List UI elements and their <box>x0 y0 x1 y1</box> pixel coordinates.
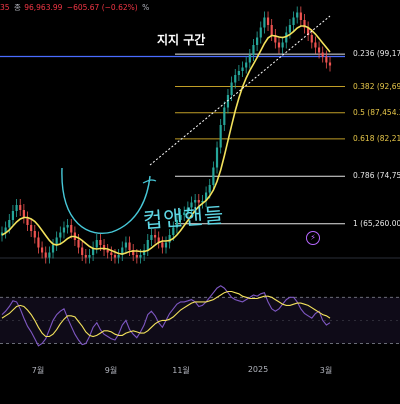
candle-body <box>81 247 84 255</box>
candle-body <box>208 185 211 193</box>
candle-body <box>70 225 73 233</box>
candle-body <box>37 237 40 248</box>
candle-body <box>95 240 98 248</box>
x-tick-label: 7월 <box>31 366 45 375</box>
candle-body <box>66 225 69 228</box>
candle-body <box>84 255 87 258</box>
candle-body <box>230 82 233 95</box>
candle-body <box>117 255 120 258</box>
candle-body <box>110 252 113 255</box>
fibonacci-levels <box>0 53 345 225</box>
candle-body <box>245 62 248 68</box>
fib-label-0.382: 0.382 (92,692 <box>353 81 400 91</box>
candle-body <box>30 225 33 231</box>
x-tick-label: 2025 <box>247 365 269 374</box>
candle-body <box>124 242 128 248</box>
candle-body <box>237 71 240 75</box>
candle-body <box>317 47 321 53</box>
last-price-label: 종 <box>13 3 21 12</box>
cup-sketch <box>61 167 151 234</box>
candle-body <box>19 205 22 210</box>
candle-body <box>48 252 51 258</box>
candle-body <box>266 17 270 25</box>
candle-body <box>77 240 80 248</box>
fib-label-0.5: 0.5 (87,454.39 <box>353 107 400 117</box>
candle-body <box>234 75 237 83</box>
candle-body <box>33 231 36 238</box>
candle-body <box>314 42 317 48</box>
candle-body <box>223 107 226 125</box>
last-price-value: 96,963.99 <box>24 3 63 12</box>
candle-body <box>281 42 284 48</box>
ohlc-header: 35 종 96,963.99 −605.67 (−0.62%) % <box>0 2 150 13</box>
header-prefix: 35 <box>0 3 10 12</box>
candle-body <box>150 235 153 240</box>
rsi-pane <box>0 285 400 347</box>
candle-body <box>106 250 109 253</box>
candle-body <box>146 240 149 250</box>
candle-body <box>321 52 324 57</box>
candle-body <box>135 255 138 258</box>
candle-body <box>59 232 62 238</box>
x-tick-label: 11월 <box>172 366 190 375</box>
candle-body <box>139 255 142 258</box>
candle-body <box>241 67 244 71</box>
candle-body <box>153 235 157 238</box>
cup-and-handle-handwriting: 컵앤핸들 <box>142 203 226 233</box>
candle-body <box>161 242 164 248</box>
candle-body <box>219 125 222 148</box>
candle-body <box>51 245 55 253</box>
price-change: −605.67 (−0.62%) <box>66 3 138 12</box>
x-tick-label: 3월 <box>319 366 333 375</box>
candle-body <box>113 255 117 258</box>
candle-body <box>325 56 328 63</box>
candle-body <box>15 205 18 211</box>
candle-body <box>328 62 332 66</box>
candle-body <box>252 45 255 55</box>
fib-label-0.618: 0.618 (82,216 <box>353 133 400 143</box>
candle-body <box>256 37 259 45</box>
candle-body <box>40 247 44 253</box>
fib-label-1: 1 (65,260.00) <box>353 218 400 228</box>
candle-body <box>270 25 273 35</box>
candle-body <box>299 12 302 20</box>
header-tail: % <box>142 3 150 12</box>
candle-body <box>263 17 266 28</box>
candle-body <box>99 240 102 245</box>
candle-body <box>277 42 281 48</box>
candle-body <box>292 17 295 25</box>
candle-body <box>215 147 219 168</box>
candle-body <box>248 55 251 63</box>
candle-body <box>212 167 215 185</box>
candle-body <box>44 252 47 258</box>
candle-body <box>164 242 168 248</box>
candle-body <box>310 35 313 43</box>
lightning-bolt-icon[interactable]: ⚡ <box>306 231 320 245</box>
candle-body <box>8 220 11 228</box>
candle-body <box>55 237 58 245</box>
candle-body <box>88 255 91 258</box>
fib-label-0.786: 0.786 (74,759 <box>353 171 400 181</box>
candle-body <box>62 227 66 233</box>
candle-body <box>296 12 299 18</box>
x-tick-label: 9월 <box>104 366 118 375</box>
candle-body <box>259 27 262 38</box>
candle-body <box>288 25 292 33</box>
candle-body <box>128 242 131 250</box>
candle-body <box>22 210 25 218</box>
support-zone-label: 지지 구간 <box>157 33 206 47</box>
fib-label-0.236: 0.236 (99,173 <box>353 49 400 59</box>
trading-chart[interactable]: 35 종 96,963.99 −605.67 (−0.62%) % 지지 구간 … <box>0 0 400 400</box>
candle-body <box>11 211 15 220</box>
